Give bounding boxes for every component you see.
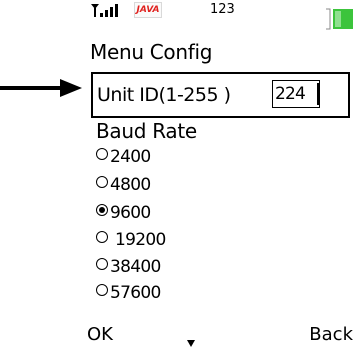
battery-icon — [326, 8, 353, 30]
baud-option-label: 57600 — [110, 283, 161, 303]
baud-option-label: 2400 — [110, 147, 151, 167]
softkey-bar: OK Back — [87, 318, 355, 352]
radio-unselected-icon[interactable] — [96, 176, 108, 188]
radio-unselected-icon[interactable] — [96, 258, 108, 270]
baud-option-label: 38400 — [110, 257, 161, 277]
radio-selected-icon[interactable] — [96, 204, 108, 216]
status-number: 123 — [210, 2, 235, 17]
radio-unselected-icon[interactable] — [96, 231, 108, 243]
baud-rate-label: Baud Rate — [96, 119, 197, 143]
baud-option-label: 9600 — [110, 203, 151, 223]
baud-option-label: 19200 — [115, 230, 166, 250]
unit-id-row[interactable]: Unit ID(1-255 ) — [91, 72, 350, 118]
arrow-right-icon — [0, 79, 82, 97]
ok-softkey[interactable]: OK — [87, 318, 113, 352]
signal-strength-icon — [91, 4, 118, 17]
status-bar: JAVA 123 — [87, 0, 355, 36]
config-form: Unit ID(1-255 ) Baud Rate 2400 4800 9600… — [87, 68, 355, 318]
radio-unselected-icon[interactable] — [96, 284, 108, 296]
java-app-icon: JAVA — [134, 2, 162, 18]
phone-screen: JAVA 123 Menu Config Unit ID(1-255 ) Bau… — [87, 0, 355, 352]
back-softkey[interactable]: Back — [309, 318, 353, 352]
page-title: Menu Config — [87, 36, 355, 68]
unit-id-input[interactable] — [272, 80, 320, 108]
scroll-down-indicator-icon — [187, 340, 195, 347]
unit-id-label: Unit ID(1-255 ) — [97, 84, 231, 106]
radio-unselected-icon[interactable] — [96, 148, 108, 160]
text-cursor — [317, 83, 319, 105]
baud-option-label: 4800 — [110, 175, 151, 195]
